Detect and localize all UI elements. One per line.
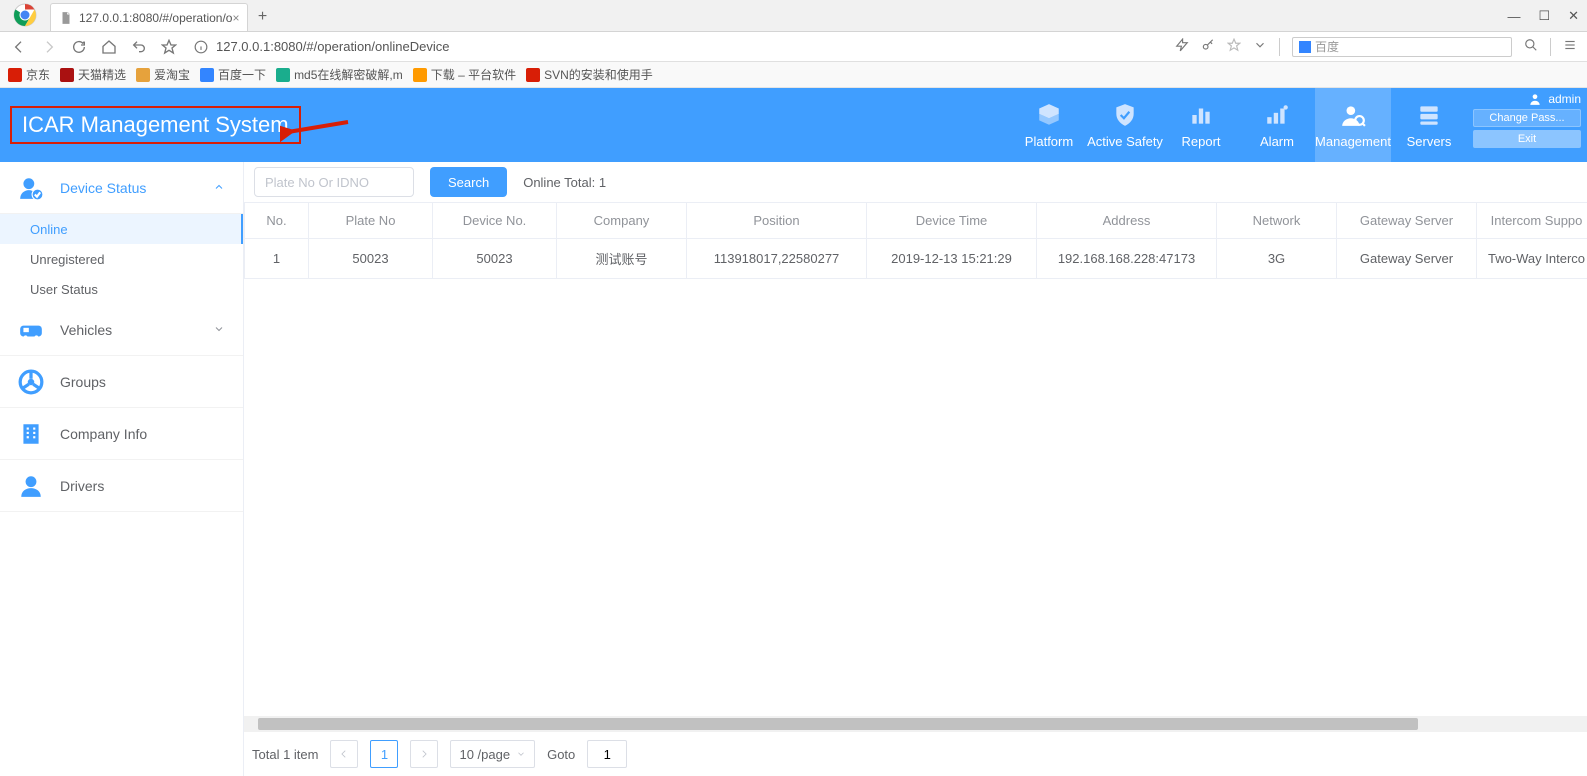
url-text: 127.0.0.1:8080/#/operation/onlineDevice: [216, 39, 449, 54]
app-title: ICAR Management System: [22, 112, 289, 138]
chevron-down-icon: [516, 749, 526, 759]
browser-tab-strip: 127.0.0.1:8080/#/operation/o × + — ☐ ✕: [0, 0, 1587, 32]
menu-company-info[interactable]: Company Info: [0, 408, 243, 460]
app-header: ICAR Management System Platform Active S…: [0, 88, 1587, 162]
col-network: Network: [1217, 203, 1337, 239]
vehicle-icon: [18, 317, 44, 343]
flash-icon[interactable]: [1175, 38, 1189, 55]
back-button[interactable]: [10, 39, 28, 55]
total-label: Total 1 item: [252, 747, 318, 762]
chevron-down-icon: [213, 322, 225, 338]
col-device: Device No.: [433, 203, 557, 239]
nav-platform[interactable]: Platform: [1011, 88, 1087, 162]
search-engine-box[interactable]: 百度: [1292, 37, 1512, 57]
bookmark-item[interactable]: 京东: [8, 66, 50, 83]
menu-device-status[interactable]: Device Status: [0, 162, 243, 214]
omnibox-search-icon[interactable]: [1524, 38, 1538, 55]
online-total: Online Total: 1: [523, 175, 606, 190]
search-engine-label: 百度: [1315, 38, 1339, 55]
tab-title: 127.0.0.1:8080/#/operation/o: [79, 11, 232, 25]
address-bar[interactable]: 127.0.0.1:8080/#/operation/onlineDevice …: [194, 37, 1577, 57]
search-input[interactable]: [254, 167, 414, 197]
col-no: No.: [245, 203, 309, 239]
close-tab-icon[interactable]: ×: [232, 11, 239, 25]
submenu-online[interactable]: Online: [0, 214, 243, 244]
user-icon: [1528, 92, 1542, 106]
toolbar: Search Online Total: 1: [244, 162, 1587, 202]
bookmarks-bar: 京东 天猫精选 爱淘宝 百度一下 md5在线解密破解,m 下载 – 平台软件 S…: [0, 62, 1587, 88]
prev-page-button[interactable]: [330, 740, 358, 768]
app-title-highlight: ICAR Management System: [10, 106, 301, 144]
maximize-button[interactable]: ☐: [1538, 8, 1550, 24]
nav-report[interactable]: Report: [1163, 88, 1239, 162]
undo-nav-button[interactable]: [130, 39, 148, 55]
pagination: Total 1 item 1 10 /page Goto: [244, 732, 1587, 776]
nav-active-safety[interactable]: Active Safety: [1087, 88, 1163, 162]
table-wrap: No. Plate No Device No. Company Position…: [244, 202, 1587, 716]
menu-groups[interactable]: Groups: [0, 356, 243, 408]
page-icon: [59, 11, 73, 25]
key-icon[interactable]: [1201, 38, 1215, 55]
nav-management[interactable]: Management: [1315, 88, 1391, 162]
bookmark-item[interactable]: 百度一下: [200, 66, 266, 83]
driver-icon: [18, 473, 44, 499]
menu-icon[interactable]: [1563, 38, 1577, 55]
col-plate: Plate No: [309, 203, 433, 239]
chevron-up-icon: [213, 180, 225, 196]
browser-logo: [0, 0, 50, 31]
top-nav: Platform Active Safety Report Alarm Mana…: [1011, 88, 1587, 162]
col-gateway: Gateway Server: [1337, 203, 1477, 239]
col-time: Device Time: [867, 203, 1037, 239]
nav-servers[interactable]: Servers: [1391, 88, 1467, 162]
exit-button[interactable]: Exit: [1473, 130, 1581, 148]
horizontal-scrollbar[interactable]: [244, 716, 1587, 732]
user-name: admin: [1548, 92, 1581, 106]
search-button[interactable]: Search: [430, 167, 507, 197]
table-row[interactable]: 1 50023 50023 测试账号 113918017,22580277 20…: [245, 239, 1587, 279]
page-size-select[interactable]: 10 /page: [450, 740, 535, 768]
close-window-button[interactable]: ✕: [1568, 8, 1579, 24]
building-icon: [18, 421, 44, 447]
change-password-button[interactable]: Change Pass...: [1473, 109, 1581, 127]
col-intercom: Intercom Suppo: [1477, 203, 1587, 239]
bookmark-item[interactable]: 爱淘宝: [136, 66, 190, 83]
favorite-button[interactable]: [160, 39, 178, 55]
goto-input[interactable]: [587, 740, 627, 768]
submenu-user-status[interactable]: User Status: [0, 274, 243, 304]
bookmark-star-icon[interactable]: [1227, 38, 1241, 55]
bookmark-item[interactable]: SVN的安装和使用手: [526, 66, 653, 83]
forward-button[interactable]: [40, 39, 58, 55]
user-panel: admin Change Pass... Exit: [1467, 88, 1587, 162]
device-table: No. Plate No Device No. Company Position…: [244, 203, 1587, 279]
goto-label: Goto: [547, 747, 575, 762]
browser-tab[interactable]: 127.0.0.1:8080/#/operation/o ×: [50, 3, 248, 31]
col-company: Company: [557, 203, 687, 239]
address-bar-row: 127.0.0.1:8080/#/operation/onlineDevice …: [0, 32, 1587, 62]
nav-alarm[interactable]: Alarm: [1239, 88, 1315, 162]
user-check-icon: [18, 175, 44, 201]
page-number-button[interactable]: 1: [370, 740, 398, 768]
new-tab-button[interactable]: +: [248, 3, 276, 31]
bookmark-item[interactable]: 下载 – 平台软件: [413, 66, 516, 83]
menu-vehicles[interactable]: Vehicles: [0, 304, 243, 356]
bookmark-item[interactable]: md5在线解密破解,m: [276, 66, 403, 83]
table-header-row: No. Plate No Device No. Company Position…: [245, 203, 1587, 239]
minimize-button[interactable]: —: [1507, 9, 1520, 24]
main-content: Search Online Total: 1 No. Plate No Devi…: [244, 162, 1587, 776]
col-address: Address: [1037, 203, 1217, 239]
menu-drivers[interactable]: Drivers: [0, 460, 243, 512]
submenu-unregistered[interactable]: Unregistered: [0, 244, 243, 274]
reload-button[interactable]: [70, 39, 88, 55]
info-icon: [194, 40, 208, 54]
col-position: Position: [687, 203, 867, 239]
dropdown-icon[interactable]: [1253, 38, 1267, 55]
steering-icon: [18, 369, 44, 395]
next-page-button[interactable]: [410, 740, 438, 768]
home-button[interactable]: [100, 39, 118, 55]
bookmark-item[interactable]: 天猫精选: [60, 66, 126, 83]
sidebar: Device Status Online Unregistered User S…: [0, 162, 244, 776]
scrollbar-thumb[interactable]: [258, 718, 1418, 730]
baidu-icon: [1299, 41, 1311, 53]
